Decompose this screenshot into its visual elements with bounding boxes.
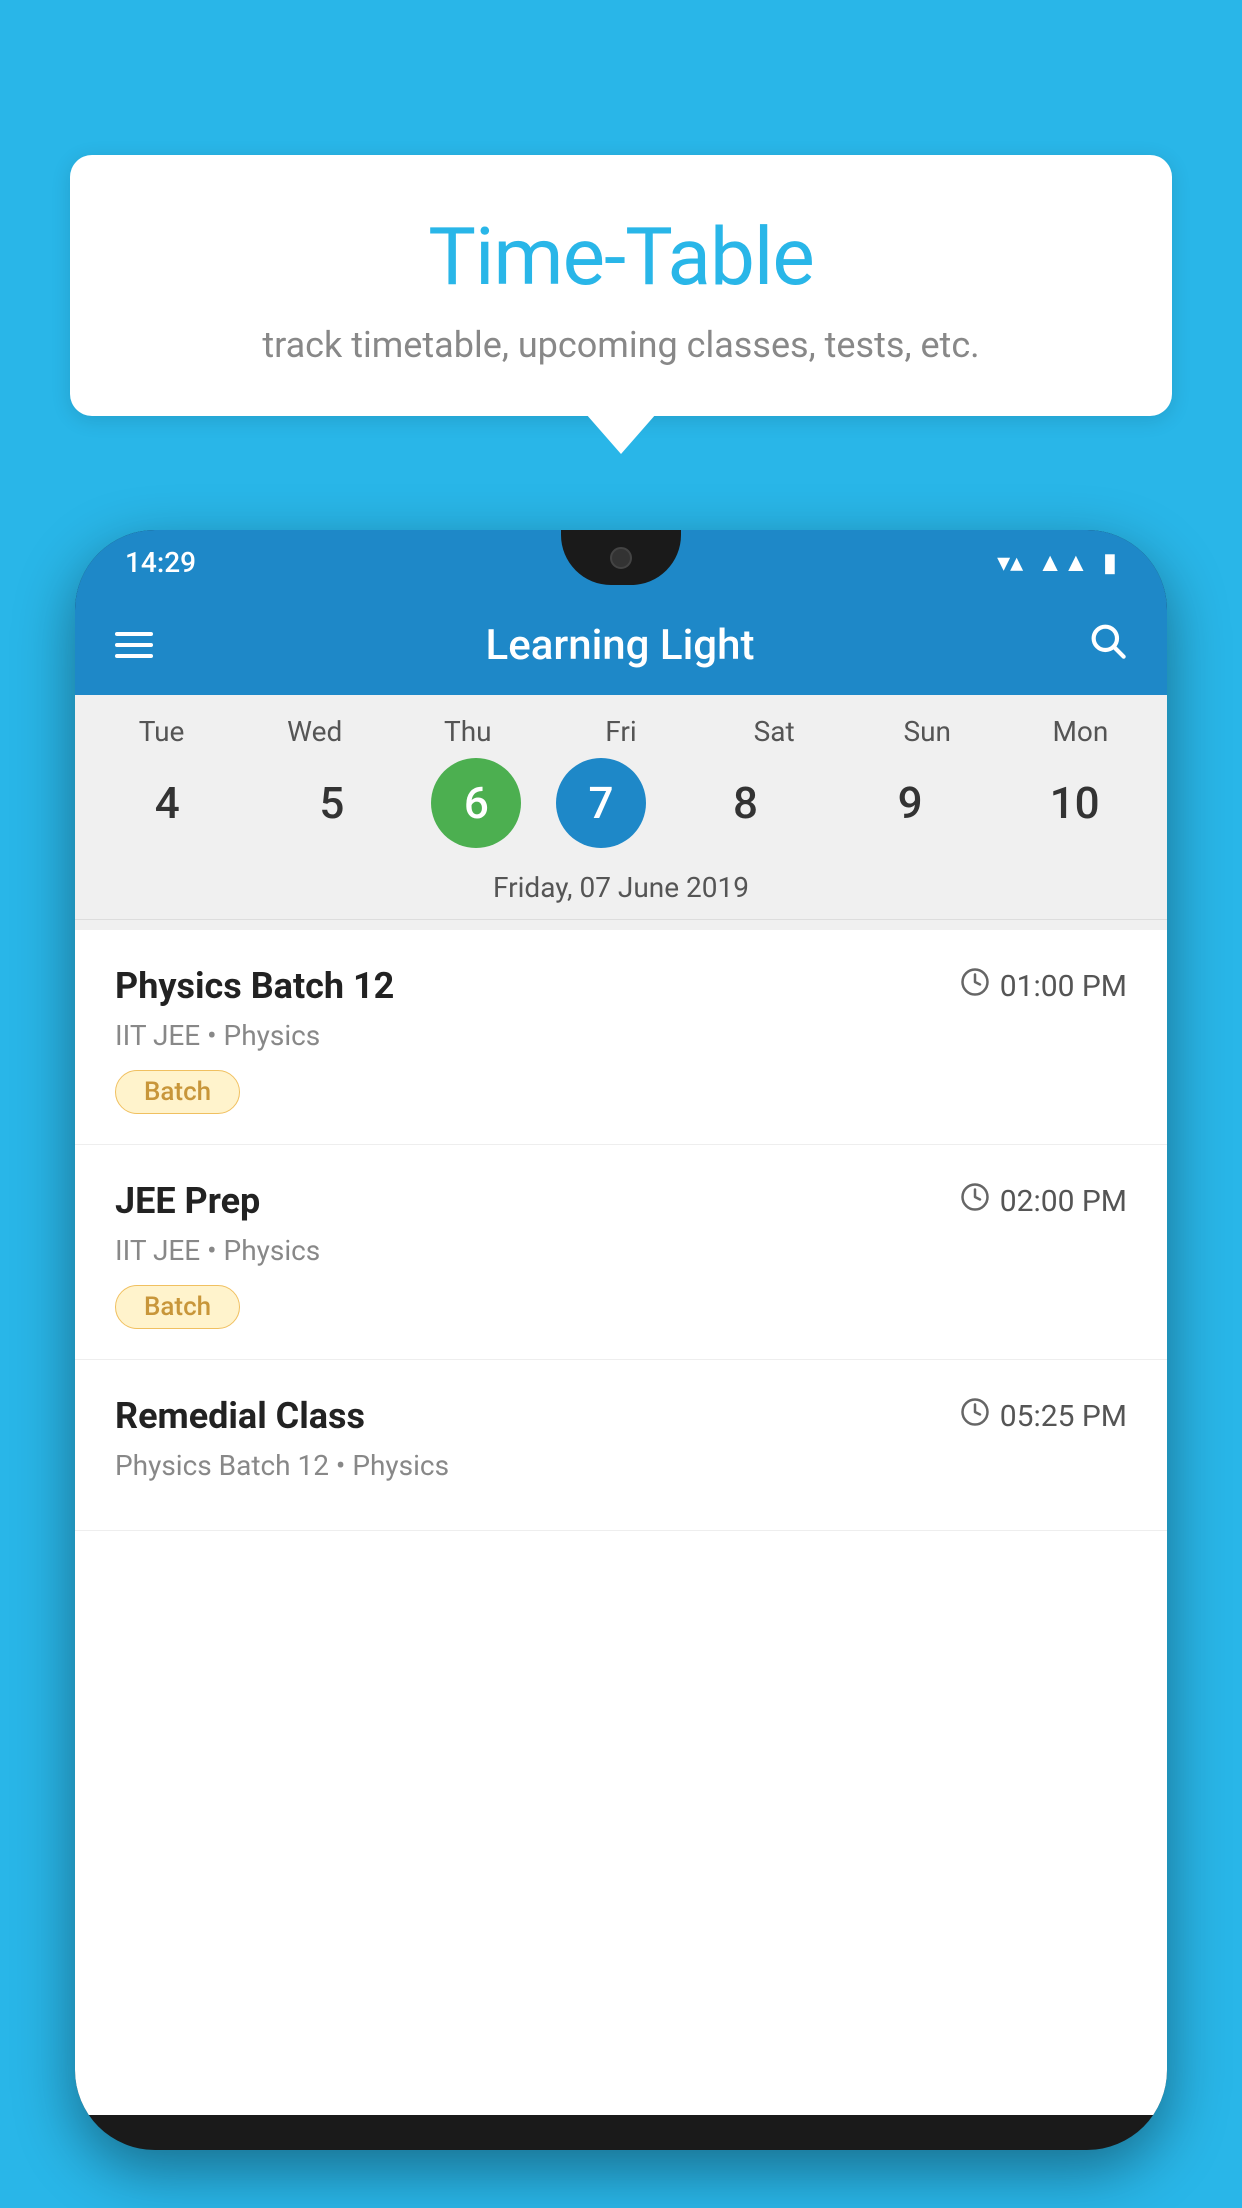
schedule-item-1[interactable]: Physics Batch 12 01:00 PM IIT JEE • Phys… [75, 930, 1167, 1145]
schedule-item-1-name: Physics Batch 12 [115, 965, 394, 1007]
phone-frame: 14:29 ▾▴ ▲▲ ▮ Learning Light [75, 530, 1167, 2150]
tooltip-title: Time-Table [130, 210, 1112, 304]
search-button[interactable] [1087, 620, 1127, 670]
schedule-item-3-header: Remedial Class 05:25 PM [115, 1395, 1127, 1437]
phone-notch [561, 530, 681, 585]
status-bar: 14:29 ▾▴ ▲▲ ▮ [75, 530, 1167, 595]
day-label-wed: Wed [250, 715, 380, 748]
hamburger-menu-icon[interactable] [115, 632, 153, 658]
day-4[interactable]: 4 [102, 758, 232, 848]
schedule-item-2-meta: IIT JEE • Physics [115, 1234, 1127, 1267]
signal-icon: ▲▲ [1037, 547, 1088, 578]
app-title: Learning Light [486, 621, 755, 670]
clock-icon-3 [960, 1397, 990, 1435]
day-label-sun: Sun [862, 715, 992, 748]
schedule-item-1-header: Physics Batch 12 01:00 PM [115, 965, 1127, 1007]
schedule-item-2-time: 02:00 PM [960, 1182, 1127, 1220]
day-label-tue: Tue [97, 715, 227, 748]
calendar-strip: Tue Wed Thu Fri Sat Sun Mon 4 5 6 7 8 9 … [75, 695, 1167, 930]
day-7-selected[interactable]: 7 [556, 758, 646, 848]
day-9[interactable]: 9 [845, 758, 975, 848]
day-label-thu: Thu [403, 715, 533, 748]
day-label-mon: Mon [1015, 715, 1145, 748]
schedule-item-1-meta: IIT JEE • Physics [115, 1019, 1127, 1052]
day-8[interactable]: 8 [681, 758, 811, 848]
selected-date-label: Friday, 07 June 2019 [75, 863, 1167, 920]
tooltip-subtitle: track timetable, upcoming classes, tests… [130, 324, 1112, 366]
tooltip-card: Time-Table track timetable, upcoming cla… [70, 155, 1172, 416]
day-6-today[interactable]: 6 [431, 758, 521, 848]
batch-badge-1: Batch [115, 1070, 240, 1114]
schedule-item-2[interactable]: JEE Prep 02:00 PM IIT JEE • Physics Batc… [75, 1145, 1167, 1360]
day-headers: Tue Wed Thu Fri Sat Sun Mon [75, 715, 1167, 748]
clock-icon-1 [960, 967, 990, 1005]
day-numbers: 4 5 6 7 8 9 10 [75, 758, 1167, 848]
day-5[interactable]: 5 [267, 758, 397, 848]
schedule-item-3-time: 05:25 PM [960, 1397, 1127, 1435]
schedule-item-2-name: JEE Prep [115, 1180, 260, 1222]
camera-notch [610, 547, 632, 569]
clock-icon-2 [960, 1182, 990, 1220]
schedule-item-2-header: JEE Prep 02:00 PM [115, 1180, 1127, 1222]
schedule-item-3[interactable]: Remedial Class 05:25 PM Physics Batch 12… [75, 1360, 1167, 1531]
battery-icon: ▮ [1103, 548, 1117, 578]
day-label-sat: Sat [709, 715, 839, 748]
phone-wrapper: 14:29 ▾▴ ▲▲ ▮ Learning Light [75, 530, 1167, 2208]
day-label-fri: Fri [556, 715, 686, 748]
batch-badge-2: Batch [115, 1285, 240, 1329]
wifi-icon: ▾▴ [997, 548, 1023, 578]
status-icons: ▾▴ ▲▲ ▮ [997, 547, 1117, 578]
schedule-item-3-name: Remedial Class [115, 1395, 365, 1437]
schedule-content: Physics Batch 12 01:00 PM IIT JEE • Phys… [75, 930, 1167, 2115]
schedule-item-3-meta: Physics Batch 12 • Physics [115, 1449, 1127, 1482]
day-10[interactable]: 10 [1010, 758, 1140, 848]
schedule-item-1-time: 01:00 PM [960, 967, 1127, 1005]
status-time: 14:29 [125, 546, 196, 579]
app-header: Learning Light [75, 595, 1167, 695]
